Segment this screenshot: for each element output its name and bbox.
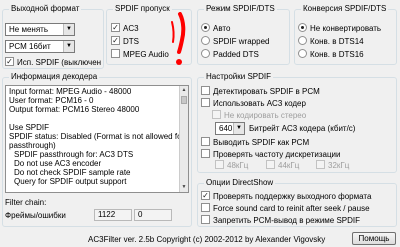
checkbox-icon (316, 160, 325, 170)
filter-chain-label: Filter chain: (5, 198, 47, 207)
radio-icon (298, 36, 307, 46)
rate-32k-checkbox[interactable]: 32кГц (316, 160, 349, 171)
spdif-dts-mode-title: Режим SPDIF/DTS (204, 4, 277, 14)
checkbox-icon (5, 57, 14, 67)
pcm-format-combo[interactable]: PCM 16бит ▼ (5, 40, 75, 53)
checkbox-icon (212, 110, 221, 120)
help-button[interactable]: Помощь (352, 232, 396, 245)
checkbox-icon (201, 98, 210, 108)
scroll-up-icon[interactable]: ▲ (180, 86, 188, 95)
scroll-down-icon[interactable]: ▼ (180, 183, 188, 192)
info-line: Do not check SPDIF sample rate (14, 168, 131, 177)
check-sample-rate-checkbox[interactable]: Проверять частоту дискретизации (201, 149, 340, 160)
use-ac3-encoder-checkbox[interactable]: Использовать AC3 кодер (201, 98, 306, 109)
bitrate-label: Битрейт AC3 кодера (кбит/с) (249, 124, 356, 133)
dts-mode-padded-radio[interactable]: Padded DTS (201, 49, 259, 60)
decoder-info-title: Информация декодера (9, 72, 100, 82)
bitrate-combo[interactable]: 640 ▼ (215, 122, 245, 135)
radio-icon (298, 23, 307, 33)
conversion-dts16-radio[interactable]: Конв. в DTS16 (298, 49, 364, 60)
no-stereo-encode-checkbox[interactable]: Не кодировать стерео (212, 110, 306, 121)
annotation-stroke (177, 12, 186, 54)
checkbox-icon (111, 36, 120, 46)
radio-icon (298, 49, 307, 59)
chevron-down-icon: ▼ (233, 123, 244, 134)
info-line: passthrough) (9, 141, 56, 150)
radio-icon (201, 36, 210, 46)
red-annotation (171, 12, 186, 65)
directshow-options-title: Опции DirectShow (204, 178, 276, 188)
chevron-down-icon: ▼ (63, 24, 74, 35)
checkbox-icon (266, 160, 275, 170)
checkbox-icon (215, 160, 224, 170)
radio-icon (201, 23, 210, 33)
radio-icon (201, 49, 210, 59)
checkbox-icon (111, 23, 120, 33)
decoder-info-scrollbar[interactable]: ▲ ▼ (179, 86, 188, 192)
checkbox-icon (201, 203, 210, 213)
conversion-none-radio[interactable]: Не конвертировать (298, 23, 381, 34)
checkbox-icon (201, 191, 210, 201)
info-line: Use SPDIF (9, 123, 50, 132)
info-line: Output format: PCM16 Stereo 48000 (9, 105, 140, 114)
dts-mode-auto-radio[interactable]: Авто (201, 23, 230, 34)
frames-field: 1122 (94, 209, 132, 221)
output-format-combo[interactable]: Не менять ▼ (5, 23, 75, 36)
detect-spdif-pcm-checkbox[interactable]: Детектировать SPDIF в PCM (201, 86, 320, 97)
force-reinit-checkbox[interactable]: Force sound card to reinit after seek / … (201, 203, 370, 214)
annotation-dot (176, 59, 182, 65)
passthrough-mpeg-checkbox[interactable]: MPEG Audio (111, 49, 169, 60)
info-line: Do not use AC3 encoder (14, 159, 102, 168)
info-line: User format: PCM16 - 0 (9, 96, 94, 105)
scroll-thumb[interactable] (181, 96, 187, 104)
info-line (6, 114, 188, 123)
checkbox-icon (111, 49, 120, 59)
checkbox-icon (201, 137, 210, 147)
dts-mode-wrapped-radio[interactable]: SPDIF wrapped (201, 36, 269, 47)
errors-field: 0 (134, 209, 172, 221)
decoder-info-text[interactable]: Input format: MPEG Audio - 48000 User fo… (5, 85, 189, 193)
spdif-settings-title: Настройки SPDIF (204, 72, 274, 82)
chevron-down-icon: ▼ (63, 41, 74, 52)
info-line: SPDIF passthrough for: AC3 DTS (14, 150, 134, 159)
check-output-format-checkbox[interactable]: Проверять поддержку выходного формата (201, 191, 371, 202)
annotation-tail (171, 21, 175, 43)
info-line: Query for SPDIF output support (14, 177, 127, 186)
decoder-info-lines: Input format: MPEG Audio - 48000 User fo… (6, 86, 188, 186)
info-line: SPDIF status: Disabled (Format is not al… (9, 132, 185, 141)
rate-48k-checkbox[interactable]: 48кГц (215, 160, 248, 171)
passthrough-ac3-checkbox[interactable]: AC3 (111, 23, 139, 34)
disable-pcm-in-spdif-checkbox[interactable]: Запретить PCM-вывод в режиме SPDIF (201, 215, 360, 226)
passthrough-dts-checkbox[interactable]: DTS (111, 36, 139, 47)
checkbox-icon (201, 215, 210, 225)
info-line: Input format: MPEG Audio - 48000 (9, 87, 132, 96)
output-format-title: Выходной формат (9, 4, 82, 14)
conversion-dts14-radio[interactable]: Конв. в DTS14 (298, 36, 364, 47)
output-spdif-as-pcm-checkbox[interactable]: Выводить SPDIF как PCM (201, 137, 309, 148)
rate-44k-checkbox[interactable]: 44кГц (266, 160, 299, 171)
frames-errors-label: Фреймы/ошибки (5, 211, 66, 220)
spdif-dts-conversion-title: Конверсия SPDIF/DTS (301, 4, 389, 14)
copyright-text: AC3Filter ver. 2.5b Copyright (c) 2002-2… (88, 235, 326, 244)
checkbox-icon (201, 149, 210, 159)
checkbox-icon (201, 86, 210, 96)
use-spdif-checkbox[interactable]: Исп. SPDIF (выключен (5, 57, 103, 68)
